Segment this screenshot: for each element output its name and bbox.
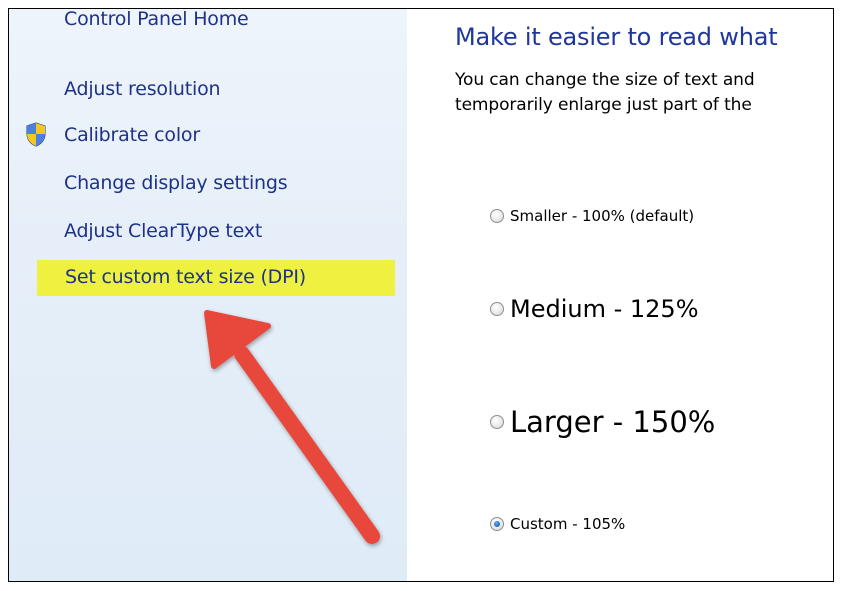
option-label: Medium - 125%: [510, 295, 699, 323]
option-smaller[interactable]: Smaller - 100% (default): [490, 207, 694, 225]
option-larger[interactable]: Larger - 150%: [490, 405, 715, 439]
sidebar-item-adjust-resolution[interactable]: Adjust resolution: [64, 78, 221, 100]
sidebar-item-adjust-cleartype-text[interactable]: Adjust ClearType text: [64, 220, 262, 242]
option-label: Larger - 150%: [510, 405, 716, 439]
description-line-1: You can change the size of text and: [455, 70, 755, 90]
radio-button[interactable]: [490, 302, 504, 316]
sidebar-item-calibrate-color[interactable]: Calibrate color: [64, 124, 200, 146]
radio-button-selected[interactable]: [490, 517, 504, 531]
sidebar-item-set-custom-text-size[interactable]: Set custom text size (DPI): [37, 260, 395, 296]
sidebar-item-control-panel-home[interactable]: Control Panel Home: [64, 9, 249, 30]
page-title: Make it easier to read what: [455, 23, 778, 51]
radio-button[interactable]: [490, 209, 504, 223]
sidebar: Control Panel Home Adjust resolution Cal…: [9, 9, 407, 581]
option-label: Custom - 105%: [510, 515, 626, 533]
option-label: Smaller - 100% (default): [510, 207, 695, 225]
uac-shield-icon: [26, 122, 46, 147]
radio-button[interactable]: [490, 415, 504, 429]
option-medium[interactable]: Medium - 125%: [490, 295, 699, 323]
main-content: Make it easier to read what You can chan…: [407, 9, 833, 581]
window-frame: Control Panel Home Adjust resolution Cal…: [8, 8, 834, 582]
sidebar-item-change-display-settings[interactable]: Change display settings: [64, 172, 288, 194]
description-line-2: temporarily enlarge just part of the: [455, 95, 752, 115]
option-custom[interactable]: Custom - 105%: [490, 515, 625, 533]
